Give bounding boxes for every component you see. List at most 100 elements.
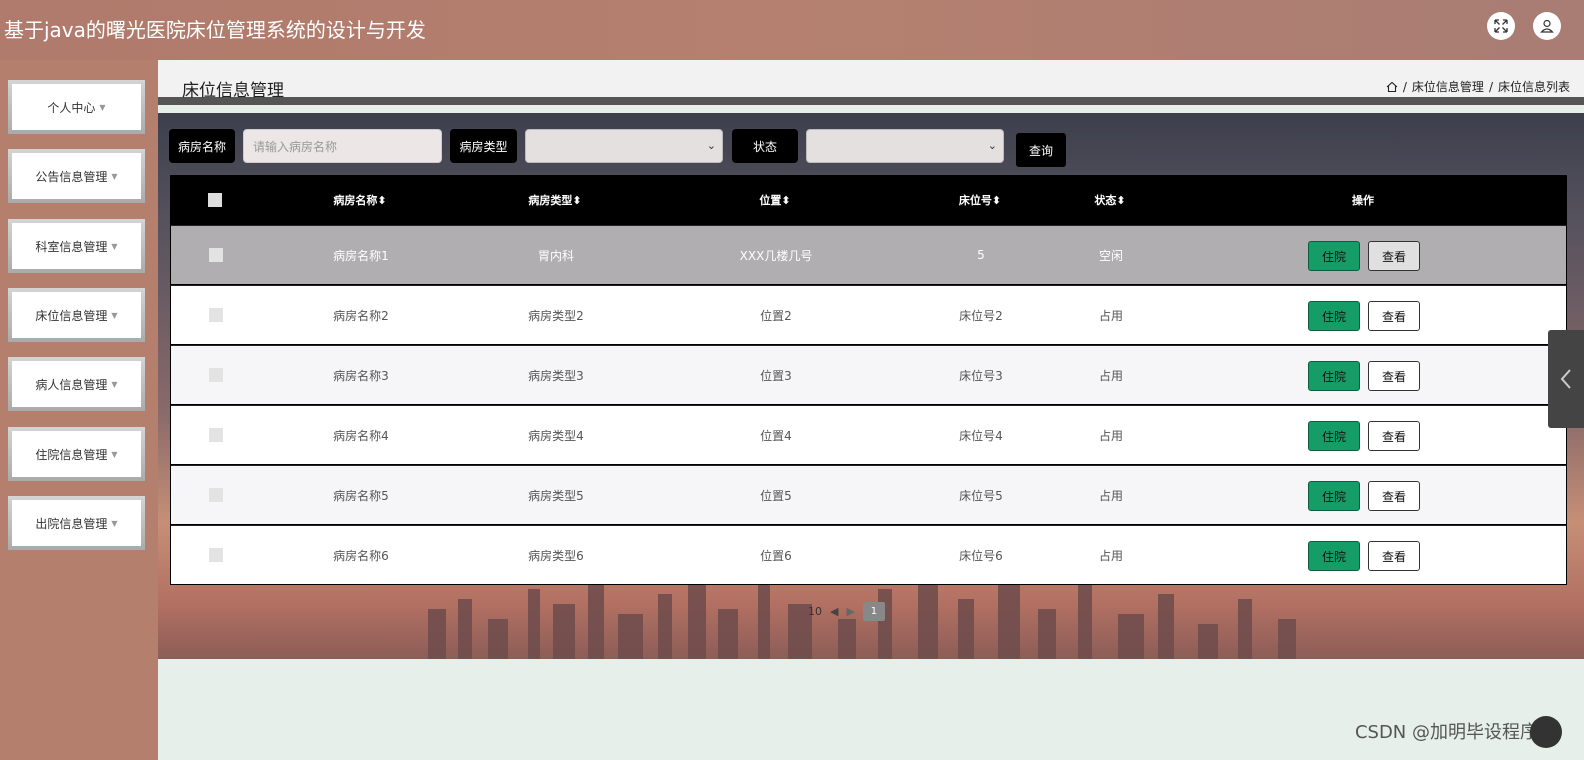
view-button[interactable]: 查看	[1368, 361, 1420, 391]
cell-bed-number: 床位号6	[959, 548, 1003, 563]
cell-room-name: 病房名称6	[333, 548, 389, 563]
status-select[interactable]: ⌄	[806, 129, 1004, 163]
sidebar-item-notice[interactable]: 公告信息管理 ▼	[8, 149, 145, 203]
view-button[interactable]: 查看	[1368, 301, 1420, 331]
sidebar-item-department[interactable]: 科室信息管理 ▼	[8, 219, 145, 273]
status-label: 状态	[732, 129, 798, 163]
view-button[interactable]: 查看	[1368, 541, 1420, 571]
table-row: 病房名称2 病房类型2 位置2 床位号2 占用 住院 查看	[170, 285, 1567, 345]
sidebar-item-discharge[interactable]: 出院信息管理 ▼	[8, 496, 145, 550]
col-location[interactable]: 位置 ⬍	[725, 175, 825, 225]
breadcrumb-item: 床位信息列表	[1497, 80, 1570, 94]
row-checkbox[interactable]	[209, 428, 223, 442]
sidebar-item-personal-center[interactable]: 个人中心 ▼	[8, 80, 145, 134]
room-name-label: 病房名称	[169, 129, 235, 163]
sidebar-item-patient[interactable]: 病人信息管理 ▼	[8, 357, 145, 411]
caret-down-icon: ▼	[111, 379, 118, 389]
room-name-input[interactable]: 请输入病房名称	[243, 129, 442, 163]
cell-room-type: 病房类型6	[528, 548, 584, 563]
cell-bed-number: 床位号2	[959, 308, 1003, 323]
view-button[interactable]: 查看	[1368, 481, 1420, 511]
next-page-icon[interactable]: ▶	[846, 605, 854, 618]
row-checkbox[interactable]	[209, 248, 223, 262]
cell-status: 占用	[1098, 488, 1123, 503]
query-button[interactable]: 查询	[1016, 133, 1066, 167]
cell-status: 占用	[1098, 548, 1123, 563]
main-content: 床位信息管理 / 床位信息管理 / 床位信息列表 病房名称 请输入病房名称 病房…	[158, 60, 1584, 760]
row-checkbox[interactable]	[209, 488, 223, 502]
cell-status: 占用	[1098, 428, 1123, 443]
admit-button[interactable]: 住院	[1308, 481, 1360, 511]
watermark: CSDN @加明毕设程序	[1354, 722, 1538, 743]
page-number-current[interactable]: 1	[862, 602, 885, 621]
caret-down-icon: ▼	[111, 241, 118, 251]
cell-room-type: 胃内科	[537, 248, 574, 263]
table-row: 病房名称6 病房类型6 位置6 床位号6 占用 住院 查看	[170, 525, 1567, 585]
room-type-label: 病房类型	[450, 129, 517, 163]
admit-button[interactable]: 住院	[1308, 541, 1360, 571]
cell-status: 占用	[1098, 368, 1123, 383]
row-checkbox[interactable]	[209, 368, 223, 382]
cell-room-type: 病房类型5	[528, 488, 584, 503]
cell-room-type: 病房类型4	[528, 428, 584, 443]
app-title: 基于java的曙光医院床位管理系统的设计与开发	[4, 18, 426, 42]
table-row: 病房名称5 病房类型5 位置5 床位号5 占用 住院 查看	[170, 465, 1567, 525]
chevron-left-icon	[1560, 369, 1571, 389]
sidebar-item-label: 个人中心	[47, 100, 96, 115]
col-actions: 操作	[1352, 194, 1374, 207]
content-panel: 病房名称 请输入病房名称 病房类型 ⌄ 状态 ⌄ 查询 病房名称 ⬍ 病房类型 ⬍ …	[158, 113, 1584, 659]
row-checkbox[interactable]	[209, 548, 223, 562]
room-type-select[interactable]: ⌄	[525, 129, 723, 163]
caret-down-icon: ▼	[111, 449, 118, 459]
cell-location: 位置5	[760, 488, 792, 503]
footer-area	[158, 659, 1584, 760]
col-room-name[interactable]: 病房名称 ⬍	[310, 175, 410, 225]
view-button[interactable]: 查看	[1368, 241, 1420, 271]
user-button[interactable]	[1533, 12, 1561, 40]
admit-button[interactable]: 住院	[1308, 421, 1360, 451]
cell-location: 位置2	[760, 308, 792, 323]
sidebar-item-label: 住院信息管理	[35, 447, 108, 462]
admit-button[interactable]: 住院	[1308, 361, 1360, 391]
col-room-type[interactable]: 病房类型 ⬍	[505, 175, 605, 225]
cell-room-name: 病房名称5	[333, 488, 389, 503]
pagination: 10 ◀ ▶ 1	[808, 602, 885, 621]
cell-status: 空闲	[1098, 248, 1123, 263]
caret-down-icon: ▼	[99, 102, 106, 112]
page-size[interactable]: 10	[808, 605, 822, 618]
cell-location: XXX几楼几号	[739, 248, 813, 263]
expand-icon	[1494, 19, 1508, 33]
table-row: 病房名称4 病房类型4 位置4 床位号4 占用 住院 查看	[170, 405, 1567, 465]
admit-button[interactable]: 住院	[1308, 241, 1360, 271]
col-status[interactable]: 状态 ⬍	[1060, 175, 1160, 225]
bed-table: 病房名称 ⬍ 病房类型 ⬍ 位置 ⬍ 床位号 ⬍ 状态 ⬍ 操作 病房名称1 胃内科 XX…	[170, 175, 1567, 585]
prev-page-icon[interactable]: ◀	[830, 605, 838, 618]
cell-room-name: 病房名称3	[333, 368, 389, 383]
table-row: 病房名称3 病房类型3 位置3 床位号3 占用 住院 查看	[170, 345, 1567, 405]
app-header: 基于java的曙光医院床位管理系统的设计与开发	[0, 0, 1584, 60]
sidebar-item-bed[interactable]: 床位信息管理 ▼	[8, 288, 145, 342]
caret-down-icon: ▼	[111, 310, 118, 320]
floating-action-button[interactable]	[1530, 716, 1562, 748]
cell-status: 占用	[1098, 308, 1123, 323]
cell-bed-number: 床位号3	[959, 368, 1003, 383]
table-row: 病房名称1 胃内科 XXX几楼几号 5 空闲 住院 查看	[170, 225, 1567, 285]
sidebar-item-label: 出院信息管理	[35, 516, 108, 531]
row-checkbox[interactable]	[209, 308, 223, 322]
chevron-down-icon: ⌄	[706, 139, 716, 152]
select-all-checkbox[interactable]	[208, 193, 222, 207]
cell-bed-number: 5	[977, 248, 985, 262]
home-icon[interactable]	[1386, 81, 1398, 93]
user-icon	[1540, 19, 1554, 33]
page-title-bar: 床位信息管理 / 床位信息管理 / 床位信息列表	[158, 60, 1584, 105]
col-bed-number[interactable]: 床位号 ⬍	[930, 175, 1030, 225]
view-button[interactable]: 查看	[1368, 421, 1420, 451]
sidebar-item-label: 病人信息管理	[35, 377, 108, 392]
fullscreen-button[interactable]	[1487, 12, 1515, 40]
sidebar-item-admission[interactable]: 住院信息管理 ▼	[8, 427, 145, 481]
breadcrumb-item[interactable]: 床位信息管理	[1412, 78, 1484, 95]
caret-down-icon: ▼	[111, 518, 118, 528]
collapse-panel-tab[interactable]	[1548, 330, 1584, 428]
sidebar-item-label: 公告信息管理	[35, 169, 108, 184]
admit-button[interactable]: 住院	[1308, 301, 1360, 331]
